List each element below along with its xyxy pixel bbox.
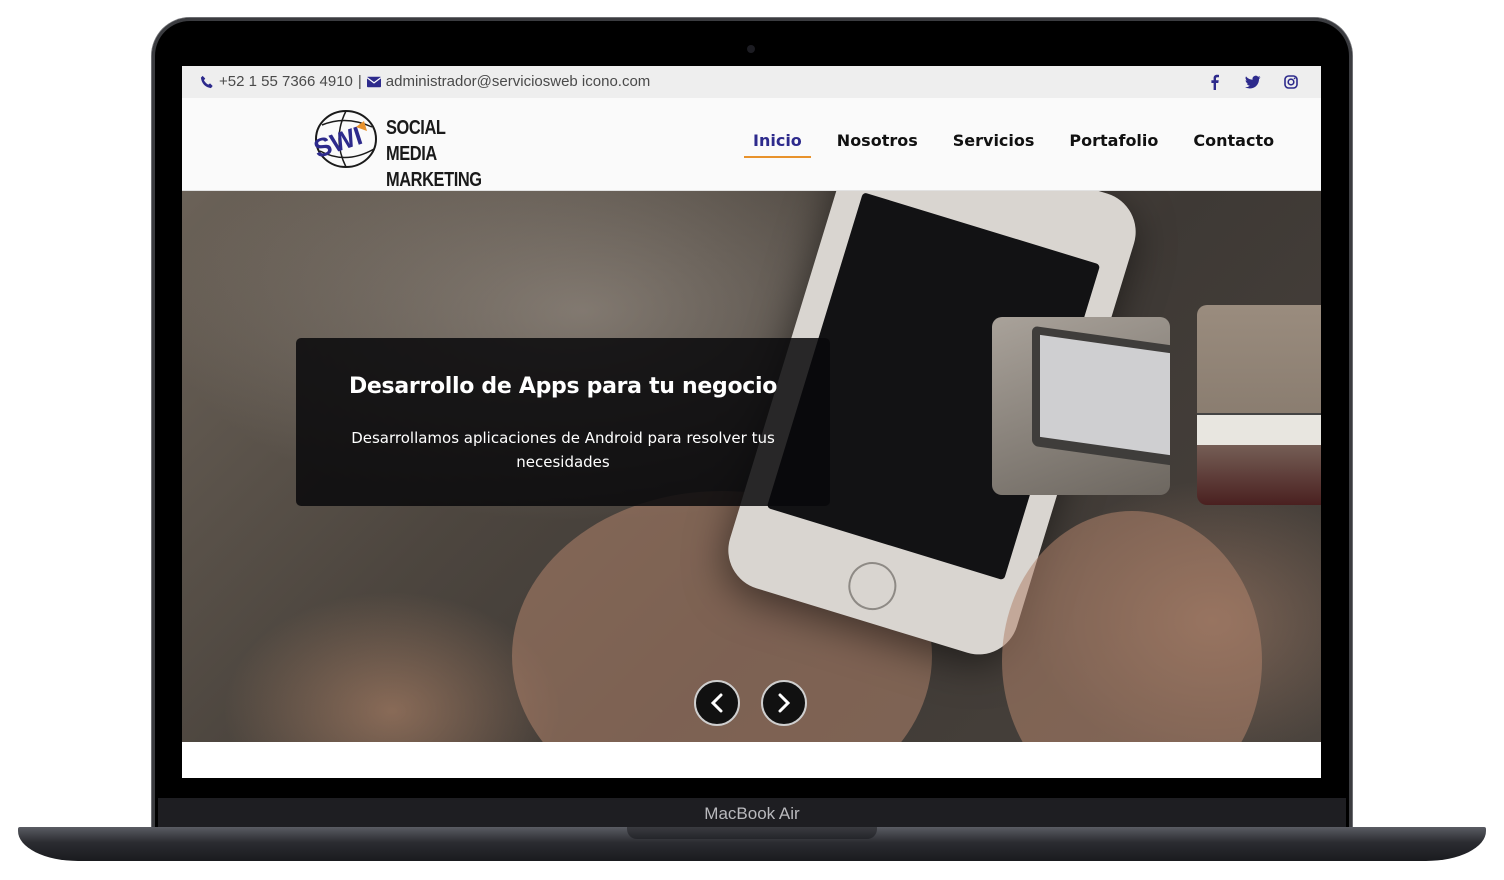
device-label: MacBook Air: [704, 804, 800, 823]
logo-globe-icon: SWI: [310, 110, 377, 168]
logo-wordmark: SOCIAL MEDIA MARKETING: [386, 115, 482, 193]
instagram-icon[interactable]: [1283, 74, 1299, 90]
nav-menu: Inicio Nosotros Servicios Portafolio Con…: [744, 130, 1300, 160]
slide-thumbnail-laptop[interactable]: [992, 317, 1170, 495]
logo-line-1: SOCIAL MEDIA: [386, 117, 446, 165]
top-contact-bar: +52 1 55 7366 4910 | administrador@servi…: [182, 66, 1321, 98]
nav-item-inicio[interactable]: Inicio: [744, 130, 811, 160]
phone-icon: [200, 75, 214, 89]
slide-text: Desarrollamos aplicaciones de Android pa…: [351, 429, 775, 471]
logo-line-2: MARKETING: [386, 169, 482, 191]
envelope-icon: [366, 75, 382, 89]
nav-item-nosotros[interactable]: Nosotros: [828, 130, 927, 160]
webcam: [747, 45, 755, 53]
phone-number[interactable]: +52 1 55 7366 4910: [219, 73, 353, 90]
email-address[interactable]: administrador@serviciosweb icono.com: [386, 73, 651, 90]
next-slide-button[interactable]: [761, 680, 807, 726]
twitter-icon[interactable]: [1245, 74, 1261, 90]
slide-thumbnail-book[interactable]: [1197, 305, 1321, 505]
browser-screen: +52 1 55 7366 4910 | administrador@servi…: [182, 66, 1321, 778]
main-navbar: SWI SOCIAL MEDIA MARKETING Inicio Nosotr…: [182, 98, 1321, 191]
nav-item-servicios[interactable]: Servicios: [944, 130, 1044, 160]
nav-item-portafolio[interactable]: Portafolio: [1060, 130, 1167, 160]
laptop-chin: MacBook Air: [158, 798, 1346, 830]
chevron-right-icon: [778, 693, 791, 713]
laptop-notch: [627, 827, 877, 839]
contact-separator: |: [357, 73, 362, 90]
hero-slider: Desarrollo de Apps para tu negocio Desar…: [182, 191, 1321, 742]
social-links: [1207, 74, 1299, 90]
nav-item-contacto[interactable]: Contacto: [1184, 130, 1283, 160]
facebook-icon[interactable]: [1207, 74, 1223, 90]
slide-caption: Desarrollo de Apps para tu negocio Desar…: [296, 338, 830, 506]
contact-info: +52 1 55 7366 4910 | administrador@servi…: [200, 73, 650, 90]
slide-title: Desarrollo de Apps para tu negocio: [348, 374, 778, 399]
prev-slide-button[interactable]: [694, 680, 740, 726]
chevron-left-icon: [710, 693, 723, 713]
site-logo[interactable]: SWI SOCIAL MEDIA MARKETING: [310, 105, 502, 191]
